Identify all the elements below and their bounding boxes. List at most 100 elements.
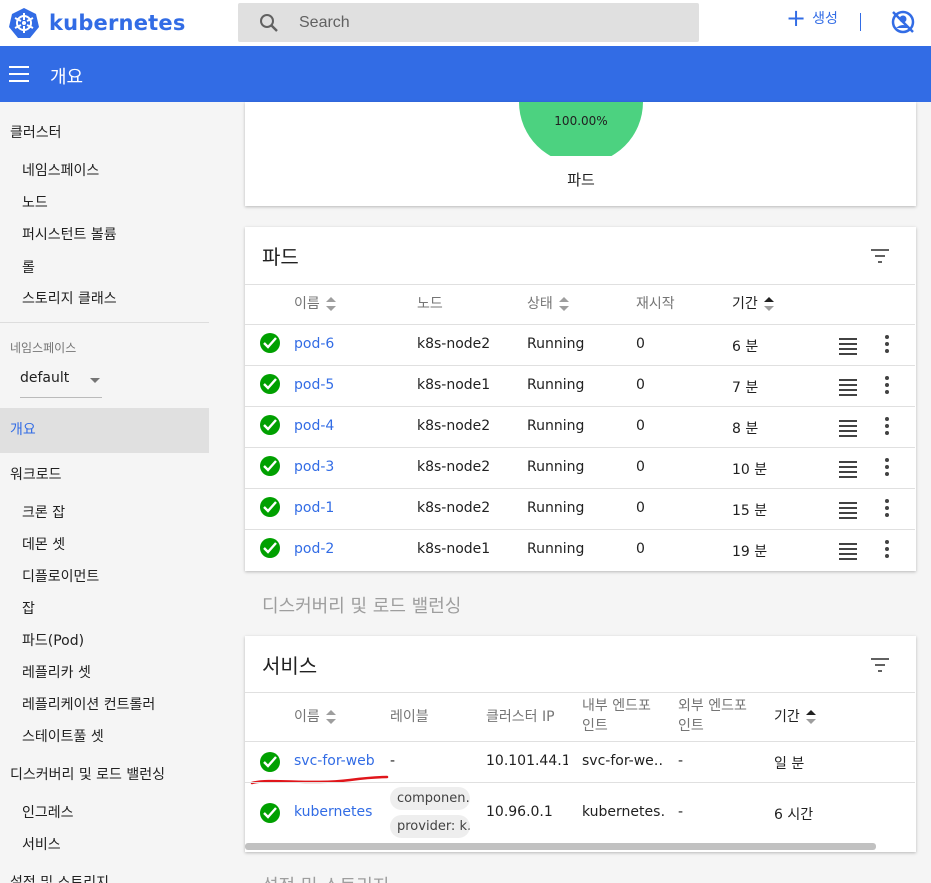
pod-name-link[interactable]: pod-2 <box>294 541 334 557</box>
column-header-node: 노드 <box>417 296 443 312</box>
status-ok-icon <box>260 497 280 517</box>
pod-name-link[interactable]: pod-5 <box>294 377 334 393</box>
app-name: kubernetes <box>49 11 186 35</box>
status-ok-icon <box>260 752 280 772</box>
sidebar-item-namespaces[interactable]: 네임스페이스 <box>0 160 209 180</box>
sidebar-item-stateful-sets[interactable]: 스테이트풀 셋 <box>0 726 209 746</box>
column-header-status[interactable]: 상태 <box>527 293 569 313</box>
more-options-icon[interactable] <box>885 499 889 520</box>
column-header-age[interactable]: 기간 <box>774 706 816 726</box>
column-header-name[interactable]: 이름 <box>294 706 336 726</box>
status-ok-icon <box>260 803 280 823</box>
pods-card-title: 파드 <box>262 245 299 269</box>
pod-name-link[interactable]: pod-3 <box>294 459 334 475</box>
pod-name-link[interactable]: pod-1 <box>294 500 334 516</box>
status-ok-icon <box>260 456 280 476</box>
pods-card: 파드 이름 노드 상태 재시작 기간 pod-6 k8s-node2 Runni… <box>245 227 916 571</box>
horizontal-scrollbar[interactable] <box>245 843 876 850</box>
column-header-internal-endpoints: 내부 엔드포 인트 <box>582 698 651 734</box>
sidebar-item-cron-jobs[interactable]: 크론 잡 <box>0 502 209 522</box>
kubernetes-logo[interactable]: kubernetes <box>8 7 186 39</box>
create-button[interactable]: + 생성 <box>786 6 838 30</box>
search-bar[interactable] <box>238 3 699 42</box>
pod-node: k8s-node2 <box>417 336 491 352</box>
pod-status-pie <box>519 102 643 156</box>
more-options-icon[interactable] <box>885 458 889 479</box>
column-header-labels: 레이블 <box>390 709 429 725</box>
dropdown-arrow-icon <box>90 378 100 383</box>
sidebar-item-config-storage[interactable]: 설정 및 스토리지 <box>0 872 209 883</box>
sidebar-item-daemon-sets[interactable]: 데몬 셋 <box>0 534 209 554</box>
pod-age: 19 분 <box>732 544 768 560</box>
service-name-link[interactable]: svc-for-web <box>294 753 375 769</box>
more-options-icon[interactable] <box>885 417 889 438</box>
pod-name-link[interactable]: pod-6 <box>294 336 334 352</box>
logs-icon[interactable] <box>839 543 857 563</box>
pod-status: Running <box>527 459 585 475</box>
service-name-link[interactable]: kubernetes <box>294 804 372 820</box>
top-bar: kubernetes + 생성 <box>0 0 931 46</box>
discovery-section-title: 디스커버리 및 로드 밸런싱 <box>262 596 462 617</box>
sidebar-item-storage-classes[interactable]: 스토리지 클래스 <box>0 288 209 308</box>
sidebar-item-roles[interactable]: 롤 <box>0 257 209 277</box>
filter-icon[interactable] <box>871 658 889 672</box>
sidebar-item-pods[interactable]: 파드(Pod) <box>0 630 209 650</box>
sidebar-item-jobs[interactable]: 잡 <box>0 598 209 618</box>
namespace-value: default <box>20 370 70 386</box>
sidebar-item-cluster[interactable]: 클러스터 <box>0 122 209 142</box>
more-options-icon[interactable] <box>885 540 889 561</box>
pod-age: 7 분 <box>732 380 759 396</box>
toolbar-divider <box>860 13 861 31</box>
sort-icon <box>325 710 336 724</box>
pod-age: 15 분 <box>732 503 768 519</box>
logged-out-user-icon[interactable] <box>890 9 916 35</box>
pod-restarts: 0 <box>636 336 645 352</box>
status-ok-icon <box>260 415 280 435</box>
service-age: 6 시간 <box>774 807 814 823</box>
sort-icon <box>558 297 569 311</box>
search-input[interactable] <box>299 3 679 42</box>
config-section-title: 설정 및 스토리지 <box>262 872 389 883</box>
logs-icon[interactable] <box>839 379 857 399</box>
page-title: 개요 <box>50 67 84 88</box>
page-header: 개요 <box>0 46 931 102</box>
logs-icon[interactable] <box>839 338 857 358</box>
service-external-endpoints: - <box>678 753 684 769</box>
sidebar-item-replica-sets[interactable]: 레플리카 셋 <box>0 662 209 682</box>
column-header-restarts: 재시작 <box>636 296 675 312</box>
filter-icon[interactable] <box>871 249 889 263</box>
create-label: 생성 <box>812 11 838 27</box>
sidebar-item-discovery[interactable]: 디스커버리 및 로드 밸런싱 <box>0 764 209 784</box>
kubernetes-wheel-icon <box>9 8 39 38</box>
sidebar-item-nodes[interactable]: 노드 <box>0 192 209 212</box>
logs-icon[interactable] <box>839 461 857 481</box>
pod-node: k8s-node2 <box>417 459 491 475</box>
menu-icon[interactable] <box>9 66 29 87</box>
service-external-endpoints: - <box>678 804 684 820</box>
service-labels: - <box>390 753 396 769</box>
namespace-select[interactable]: default <box>20 370 102 398</box>
more-options-icon[interactable] <box>885 335 889 356</box>
sidebar-item-deployments[interactable]: 디플로이먼트 <box>0 566 209 586</box>
logs-icon[interactable] <box>839 420 857 440</box>
label-chip[interactable]: provider: k… <box>390 815 470 838</box>
more-options-icon[interactable] <box>885 376 889 397</box>
status-card: 100.00% 파드 <box>245 102 916 206</box>
sidebar-item-services[interactable]: 서비스 <box>0 834 209 854</box>
sidebar-item-workloads[interactable]: 워크로드 <box>0 464 209 484</box>
column-header-age[interactable]: 기간 <box>732 293 774 313</box>
label-chip[interactable]: componen… <box>390 787 470 810</box>
sidebar-divider <box>0 322 209 323</box>
sidebar-item-ingresses[interactable]: 인그레스 <box>0 802 209 822</box>
logs-icon[interactable] <box>839 502 857 522</box>
column-header-external-endpoints: 외부 엔드포 인트 <box>678 698 747 734</box>
service-internal-endpoints: kubernetes… <box>582 804 664 820</box>
services-card-title: 서비스 <box>262 654 318 678</box>
pod-node: k8s-node1 <box>417 377 491 393</box>
sidebar-item-replication-controllers[interactable]: 레플리케이션 컨트롤러 <box>0 694 209 714</box>
pod-name-link[interactable]: pod-4 <box>294 418 334 434</box>
column-header-name[interactable]: 이름 <box>294 293 336 313</box>
sidebar-item-overview[interactable]: 개요 <box>0 408 209 453</box>
sort-ascending-icon <box>805 710 816 724</box>
sidebar-item-persistent-volumes[interactable]: 퍼시스턴트 볼륨 <box>0 224 209 244</box>
